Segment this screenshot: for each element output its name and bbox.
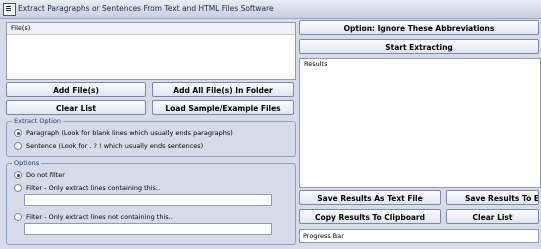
copy-clipboard-button[interactable]: Copy Results To Clipboard [299,209,441,224]
results-header: Results [300,59,540,70]
do-not-filter-option[interactable]: Do not filter [14,171,65,179]
app-icon [3,3,16,16]
progress-label: Progress Bar [303,232,344,240]
options-group: Options Do not filter Filter - Only extr… [6,159,296,245]
start-extracting-button[interactable]: Start Extracting [299,39,539,54]
filter-not-containing-option[interactable]: Filter - Only extract lines not containi… [14,213,173,221]
filter-containing-label: Filter - Only extract lines containing t… [26,184,161,192]
paragraph-radio[interactable] [14,129,22,137]
save-excel-button[interactable]: Save Results To Excel [446,190,539,205]
do-not-filter-label: Do not filter [26,171,65,179]
do-not-filter-radio[interactable] [14,171,22,179]
title-bar: Extract Paragraphs or Sentences From Tex… [0,0,541,19]
clear-list-button[interactable]: Clear List [6,100,146,115]
progress-bar: Progress Bar [299,229,539,243]
filter-not-containing-label: Filter - Only extract lines not containi… [26,213,173,221]
files-list[interactable]: File(s) [6,22,296,80]
results-panel[interactable]: Results [299,58,541,188]
add-folder-button[interactable]: Add All File(s) In Folder [152,82,294,97]
sentence-radio[interactable] [14,142,22,150]
sentence-label: Sentence (Look for . ? ! which usually e… [26,142,204,150]
filter-containing-radio[interactable] [14,184,22,192]
filter-not-containing-input[interactable] [24,223,272,235]
sentence-option[interactable]: Sentence (Look for . ? ! which usually e… [14,142,203,150]
filter-containing-input[interactable] [24,194,272,206]
filter-containing-option[interactable]: Filter - Only extract lines containing t… [14,184,160,192]
save-text-file-button[interactable]: Save Results As Text File [299,190,441,205]
add-files-button[interactable]: Add File(s) [6,82,146,97]
extract-option-legend: Extract Option [12,117,64,125]
extract-option-group: Extract Option Paragraph (Look for blank… [6,117,296,157]
paragraph-option[interactable]: Paragraph (Look for blank lines which us… [14,129,233,137]
clear-results-button[interactable]: Clear List [446,209,539,224]
options-legend: Options [12,159,42,167]
option-ignore-abbreviations-button[interactable]: Option: Ignore These Abbreviations [299,20,539,35]
load-sample-button[interactable]: Load Sample/Example Files [152,100,294,115]
filter-not-containing-radio[interactable] [14,213,22,221]
files-list-header: File(s) [7,23,295,35]
window-title: Extract Paragraphs or Sentences From Tex… [18,4,274,13]
paragraph-label: Paragraph (Look for blank lines which us… [26,129,233,137]
